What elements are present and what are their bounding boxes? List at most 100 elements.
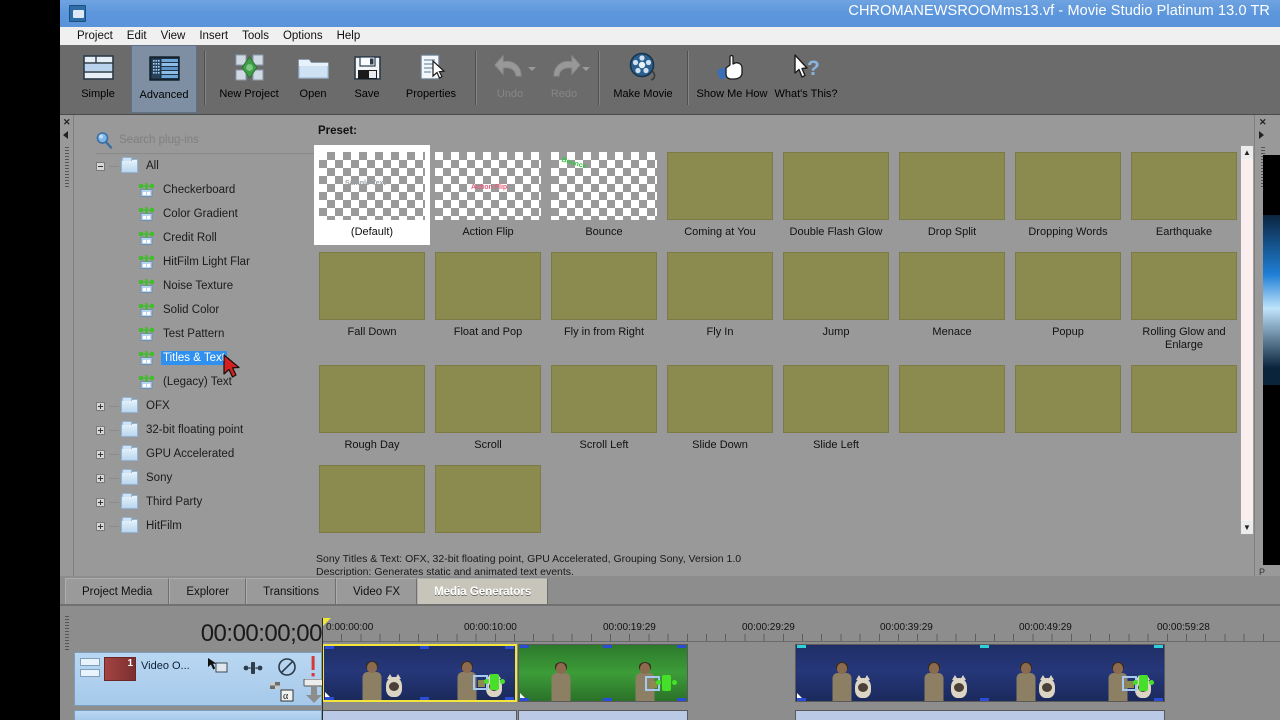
clip-event-badge[interactable] xyxy=(473,674,499,690)
tab-transitions[interactable]: Transitions xyxy=(246,578,336,604)
toolbar-button-open[interactable]: Open xyxy=(286,45,340,113)
preset-item-rough-day[interactable]: Rough Day xyxy=(314,358,430,458)
tree-item-32-bit-floating-point[interactable]: 32-bit floating point xyxy=(96,418,314,442)
preset-item-scroll[interactable]: Scroll xyxy=(430,358,546,458)
chevron-down-icon[interactable] xyxy=(582,67,590,71)
preset-item-dropping-words[interactable]: Dropping Words xyxy=(1010,145,1126,245)
close-icon-right[interactable]: ✕ xyxy=(1259,118,1267,127)
collapse-arrow-icon-right[interactable] xyxy=(1259,131,1264,139)
event-fx-icon[interactable] xyxy=(490,674,499,690)
tree-item-gpu-accelerated[interactable]: GPU Accelerated xyxy=(96,442,314,466)
preset-item-blank[interactable] xyxy=(430,458,546,535)
menu-item-options[interactable]: Options xyxy=(276,29,330,43)
preset-item-scroll-left[interactable]: Scroll Left xyxy=(546,358,662,458)
toolbar-button-new-project[interactable]: New Project xyxy=(212,45,286,113)
track-minimize-icon[interactable] xyxy=(80,658,100,666)
alpha-icon[interactable]: α xyxy=(270,681,296,708)
tree-item-solid-color[interactable]: Solid Color xyxy=(96,298,314,322)
preset-item-rolling-glow-and-enlarge[interactable]: Rolling Glow and Enlarge xyxy=(1126,245,1242,358)
tree-item-ofx[interactable]: OFX xyxy=(96,394,314,418)
timeline-clip-lower-2[interactable] xyxy=(518,710,688,720)
tab-video-fx[interactable]: Video FX xyxy=(336,578,417,604)
track-name[interactable]: Video O... xyxy=(141,660,190,672)
tree-item-third-party[interactable]: Third Party xyxy=(96,490,314,514)
timeline-track-2[interactable] xyxy=(322,710,1280,720)
tree-item-legacy-text[interactable]: (Legacy) Text xyxy=(96,370,314,394)
preview-dock-right[interactable]: ✕ PP xyxy=(1254,115,1280,605)
timeline-ruler[interactable]: 0:00:00:0000:00:10:0000:00:19:2900:00:29… xyxy=(322,620,1280,642)
preset-item-action-flip[interactable]: Action FlipAction Flip xyxy=(430,145,546,245)
toolbar-button-what-s-this[interactable]: ? What's This? xyxy=(769,45,843,113)
expand-icon[interactable] xyxy=(96,402,105,411)
collapse-icon[interactable] xyxy=(96,162,105,171)
preset-item-fall-down[interactable]: Fall Down xyxy=(314,245,430,358)
clip-grab-handle-bottom[interactable] xyxy=(677,698,686,702)
tree-item-titles-text[interactable]: Titles & Text xyxy=(96,346,314,370)
preset-item-fly-in-from-right[interactable]: Fly in from Right xyxy=(546,245,662,358)
preset-vertical-scrollbar[interactable]: ▲ ▼ xyxy=(1240,145,1254,535)
tree-item-credit-roll[interactable]: Credit Roll xyxy=(96,226,314,250)
tree-item-hitfilm-light-flar[interactable]: HitFilm Light Flar xyxy=(96,250,314,274)
tree-item-all[interactable]: All xyxy=(96,154,314,178)
timeline-clip-3[interactable] xyxy=(795,644,1165,702)
preset-item-popup[interactable]: Popup xyxy=(1010,245,1126,358)
tree-item-noise-texture[interactable]: Noise Texture xyxy=(96,274,314,298)
clip-grab-handle-bottom[interactable] xyxy=(420,697,429,701)
playhead-flag-icon[interactable] xyxy=(322,618,331,627)
clip-grab-handle-top[interactable] xyxy=(677,644,686,648)
clip-grab-handle-bottom[interactable] xyxy=(505,697,514,701)
timeline-track-1[interactable] xyxy=(322,642,1280,706)
track-fx-icon[interactable] xyxy=(243,661,263,679)
clip-grab-handle-top[interactable] xyxy=(420,645,429,649)
timeline-clip-1[interactable] xyxy=(322,644,517,702)
clip-grab-handle-top[interactable] xyxy=(603,644,612,648)
preset-scroll-area[interactable]: Sample Text(Default)Action FlipAction Fl… xyxy=(314,145,1254,535)
clip-grab-handle-bottom[interactable] xyxy=(520,698,529,702)
preset-item-blank[interactable] xyxy=(1126,358,1242,458)
menu-item-help[interactable]: Help xyxy=(330,29,368,43)
toolbar-button-advanced[interactable]: Advanced xyxy=(131,45,197,113)
preset-item-blank[interactable] xyxy=(894,358,1010,458)
preset-item-float-and-pop[interactable]: Float and Pop xyxy=(430,245,546,358)
menu-item-insert[interactable]: Insert xyxy=(192,29,235,43)
preset-item-blank[interactable] xyxy=(1010,358,1126,458)
drag-grip-icon[interactable] xyxy=(65,147,69,187)
timeline-clip-lower-1[interactable] xyxy=(322,710,517,720)
chevron-down-icon[interactable] xyxy=(528,67,536,71)
search-bar[interactable] xyxy=(96,129,314,151)
clip-grab-handle-top[interactable] xyxy=(325,645,334,649)
timeline-clip-2[interactable] xyxy=(518,644,688,702)
expand-icon[interactable] xyxy=(96,498,105,507)
menu-item-edit[interactable]: Edit xyxy=(120,29,154,43)
tree-item-checkerboard[interactable]: Checkerboard xyxy=(96,178,314,202)
preset-item-earthquake[interactable]: Earthquake xyxy=(1126,145,1242,245)
timeline-drag-grip-icon[interactable] xyxy=(65,616,69,650)
scroll-down-arrow-icon[interactable]: ▼ xyxy=(1241,521,1253,534)
panel-dock-handle-left[interactable]: ✕ xyxy=(60,115,74,605)
clip-grab-handle-bottom[interactable] xyxy=(980,698,989,702)
preset-item-blank[interactable] xyxy=(314,458,430,535)
toolbar-button-make-movie[interactable]: Make Movie xyxy=(606,45,680,113)
event-fx-icon[interactable] xyxy=(1139,675,1148,691)
toolbar-button-simple[interactable]: Simple xyxy=(65,45,131,113)
menu-item-view[interactable]: View xyxy=(154,29,193,43)
preset-item-drop-split[interactable]: Drop Split xyxy=(894,145,1010,245)
clip-grab-handle-bottom[interactable] xyxy=(1154,698,1163,702)
event-fx-icon[interactable] xyxy=(662,675,671,691)
clip-event-badge[interactable] xyxy=(645,675,671,691)
clip-grab-handle-bottom[interactable] xyxy=(603,698,612,702)
clip-event-badge[interactable] xyxy=(1122,675,1148,691)
expand-icon[interactable] xyxy=(96,450,105,459)
preset-item-menace[interactable]: Menace xyxy=(894,245,1010,358)
menu-item-tools[interactable]: Tools xyxy=(235,29,276,43)
toolbar-button-save[interactable]: Save xyxy=(340,45,394,113)
preset-item-jump[interactable]: Jump xyxy=(778,245,894,358)
preset-item-slide-down[interactable]: Slide Down xyxy=(662,358,778,458)
toolbar-button-show-me-how[interactable]: Show Me How xyxy=(695,45,769,113)
preset-item-bounce[interactable]: BounceBounce xyxy=(546,145,662,245)
preset-item-double-flash-glow[interactable]: Double Flash Glow xyxy=(778,145,894,245)
mute-icon[interactable] xyxy=(277,657,297,682)
preset-item-coming-at-you[interactable]: Coming at You xyxy=(662,145,778,245)
tab-media-generators[interactable]: Media Generators xyxy=(417,578,548,604)
plugin-tree[interactable]: All Checkerboard Color Gradient Credit R… xyxy=(96,153,314,563)
